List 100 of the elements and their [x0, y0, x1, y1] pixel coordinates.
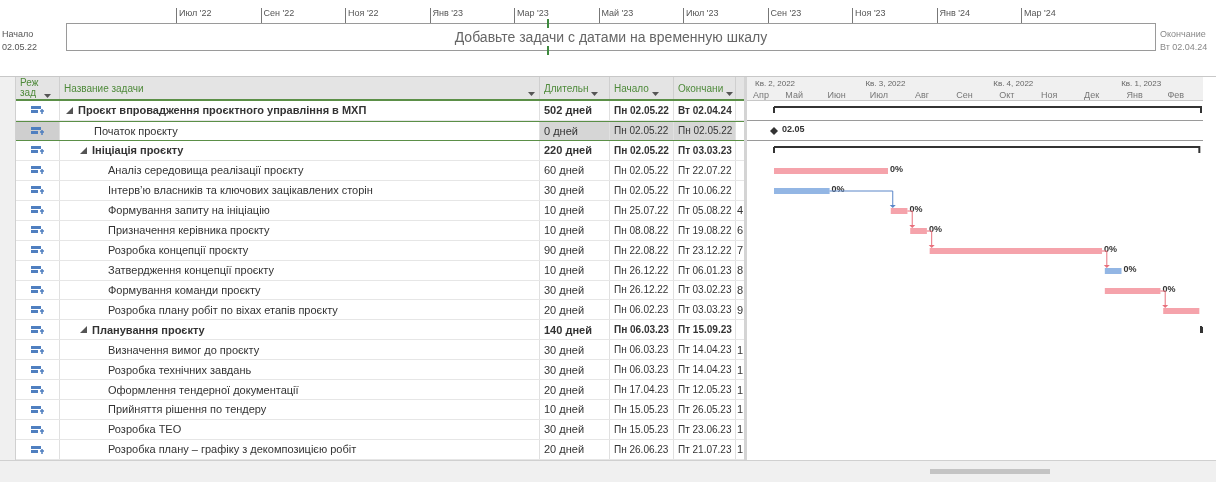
timeline-start-label: Начало	[2, 28, 35, 41]
duration-cell-text: 30 дней	[544, 342, 585, 358]
task-mode-icon	[30, 384, 45, 395]
link-arrow	[906, 210, 916, 228]
timeline-start-date: 02.05.22	[2, 41, 39, 54]
bar-label: 02.05	[782, 124, 805, 134]
table-cell-text: 1	[737, 382, 744, 398]
duration-cell-text: 0 дней	[544, 123, 578, 139]
task-mode-icon	[30, 304, 45, 315]
dropdown-icon[interactable]	[651, 91, 659, 96]
task-row[interactable]: Визначення вимог до проєкту 30 дней Пн 06.03.23 Пт 14.04.23 1	[16, 340, 744, 361]
column-header[interactable]: Окончани	[674, 77, 736, 99]
task-row[interactable]: Розробка плану робіт по віхах етапів проєкту 20 дней Пн 06.02.23 Пт 03.03.23 9	[16, 300, 744, 321]
task-row[interactable]: Розробка концепції проєкту 90 дней Пн 22.08.22 Пт 23.12.22 7	[16, 240, 744, 261]
task-row[interactable]: Оформлення тендерної документації 20 дней Пн 17.04.23 Пт 12.05.23 1	[16, 380, 744, 401]
timeline-tick-label: Сен '23	[770, 8, 802, 18]
table-cell-text: 1	[737, 362, 744, 378]
duration-cell-text: 10 дней	[544, 402, 585, 418]
summary-bar[interactable]	[1200, 326, 1203, 334]
timeline-tick-label: Июл '22	[179, 8, 212, 18]
task-name: Визначення вимог до проєкту	[108, 342, 260, 358]
task-row[interactable]: Призначення керівника проєкту 10 дней Пн 08.08.22 Пт 19.08.22 6	[16, 220, 744, 241]
start-cell-text: Пн 15.05.23	[614, 403, 669, 418]
month-label: Дек	[1084, 90, 1100, 100]
summary-bar[interactable]	[773, 146, 1201, 154]
timeline-tick-label: Янв '23	[432, 8, 463, 18]
task-name: Розробка ТЕО	[108, 422, 182, 438]
end-cell-text: Пт 03.02.23	[678, 283, 732, 298]
duration-cell-text: 220 дней	[544, 143, 592, 159]
task-row[interactable]: Формування запиту на ініціацію 10 дней Пн 25.07.22 Пт 05.08.22 4	[16, 200, 744, 221]
table-cell-text: 1	[737, 402, 744, 418]
start-cell-text: Пн 15.05.23	[614, 423, 669, 438]
duration-cell-text: 20 дней	[544, 382, 585, 398]
start-cell-text: Пн 26.12.22	[614, 263, 669, 278]
table-cell-text: 1	[737, 442, 744, 458]
task-name: Планування проєкту	[92, 322, 205, 338]
task-row[interactable]: Ініціація проєкту 220 дней Пн 02.05.22 Пт 03.03.23	[16, 140, 744, 161]
duration-cell-text: 30 дней	[544, 422, 585, 438]
timeline-tick-label: Ноя '23	[855, 8, 886, 18]
task-name: Ініціація проєкту	[92, 143, 184, 159]
quarter-label: Кв. 1, 2023	[1121, 79, 1162, 88]
task-mode-icon	[30, 185, 45, 196]
start-cell-text: Пн 02.05.22	[614, 163, 669, 178]
end-cell-text: Пт 03.03.23	[678, 143, 732, 158]
timeline-bar[interactable]: Добавьте задачи с датами на временную шкалу	[66, 23, 1156, 51]
task-row[interactable]: Початок проєкту 0 дней Пн 02.05.22 Пн 02.05.22	[16, 120, 744, 141]
task-name: Оформлення тендерної документації	[108, 382, 299, 398]
dropdown-icon[interactable]	[726, 91, 734, 96]
scrollbar[interactable]	[930, 469, 1050, 474]
task-row[interactable]: Затвердження концепції проєкту 10 дней Пн 26.12.22 Пт 06.01.23 8	[16, 260, 744, 281]
end-cell-text: Пт 03.03.23	[678, 303, 732, 318]
dropdown-icon[interactable]	[591, 91, 599, 96]
start-cell-text: Пн 06.03.23	[614, 323, 669, 338]
task-row[interactable]: Інтерв’ю власників та ключових зацікавлених сторін 30 дней Пн 02.05.22 Пт 10.06.22	[16, 180, 744, 201]
duration-cell-text: 140 дней	[544, 322, 592, 338]
start-cell-text: Пн 26.12.22	[614, 283, 669, 298]
task-mode-icon	[30, 324, 45, 335]
quarter-label: Кв. 2, 2022	[755, 79, 796, 88]
task-name: Проєкт впровадження проєктного управління в МХП	[78, 103, 367, 119]
task-row[interactable]: Розробка ТЕО 30 дней Пн 15.05.23 Пт 23.06.23 1	[16, 420, 744, 441]
link-arrow	[1159, 290, 1169, 308]
duration-cell-text: 60 дней	[544, 163, 585, 178]
summary-bar[interactable]	[773, 106, 1202, 114]
collapse-icon[interactable]	[80, 326, 87, 334]
bar-label: 0%	[1162, 284, 1176, 294]
start-cell-text: Пн 06.03.23	[614, 343, 669, 358]
task-row[interactable]: Прийняття рішення по тендеру 10 дней Пн 15.05.23 Пт 26.05.23 1	[16, 400, 744, 421]
timeline-tick-label: Май '23	[601, 8, 634, 18]
duration-cell-text: 502 дней	[544, 103, 592, 119]
end-cell-text: Пт 10.06.22	[678, 183, 732, 198]
task-mode-icon	[30, 404, 45, 415]
dropdown-icon[interactable]	[528, 91, 535, 96]
task-name: Формування запиту на ініціацію	[108, 202, 270, 218]
end-cell-text: Пт 05.08.22	[678, 203, 732, 218]
end-cell-text: Пт 06.01.23	[678, 263, 732, 278]
task-row[interactable]: Аналіз середовища реалізації проєкту 60 дней Пн 02.05.22 Пт 22.07.22	[16, 160, 744, 181]
collapse-icon[interactable]	[66, 106, 73, 114]
task-row[interactable]: Планування проєкту 140 дней Пн 06.03.23 Пт 15.09.23	[16, 320, 744, 341]
task-mode-icon	[30, 364, 45, 375]
bar-label: 0%	[1104, 244, 1118, 254]
start-cell-text: Пн 17.04.23	[614, 383, 669, 398]
column-header[interactable]: Название задачи	[60, 77, 540, 99]
task-row[interactable]: Формування команди проєкту 30 дней Пн 26.12.22 Пт 03.02.23 8	[16, 280, 744, 301]
task-name: Аналіз середовища реалізації проєкту	[108, 163, 304, 178]
duration-cell-text: 30 дней	[544, 282, 585, 298]
dropdown-icon[interactable]	[44, 93, 51, 98]
timeline-message: Добавьте задачи с датами на временную шкалу	[454, 27, 768, 47]
milestone-icon[interactable]	[770, 127, 778, 135]
month-label: Ноя	[1041, 90, 1058, 100]
table-cell-text: 8	[737, 282, 744, 298]
task-mode-icon	[30, 444, 45, 455]
collapse-icon[interactable]	[80, 146, 87, 154]
quarter-label: Кв. 3, 2022	[865, 79, 906, 88]
start-cell-text: Пн 06.03.23	[614, 363, 669, 378]
task-row[interactable]: Розробка технічних завдань 30 дней Пн 06.03.23 Пт 14.04.23 1	[16, 360, 744, 381]
task-row[interactable]: Проєкт впровадження проєктного управління в МХП 502 дней Пн 02.05.22 Вт 02.04.24	[16, 100, 744, 121]
timeline-tick-label: Июл '23	[686, 8, 719, 18]
task-mode-icon	[30, 245, 45, 256]
end-cell-text: Пт 23.12.22	[678, 243, 732, 258]
month-label: Сен	[956, 90, 973, 100]
